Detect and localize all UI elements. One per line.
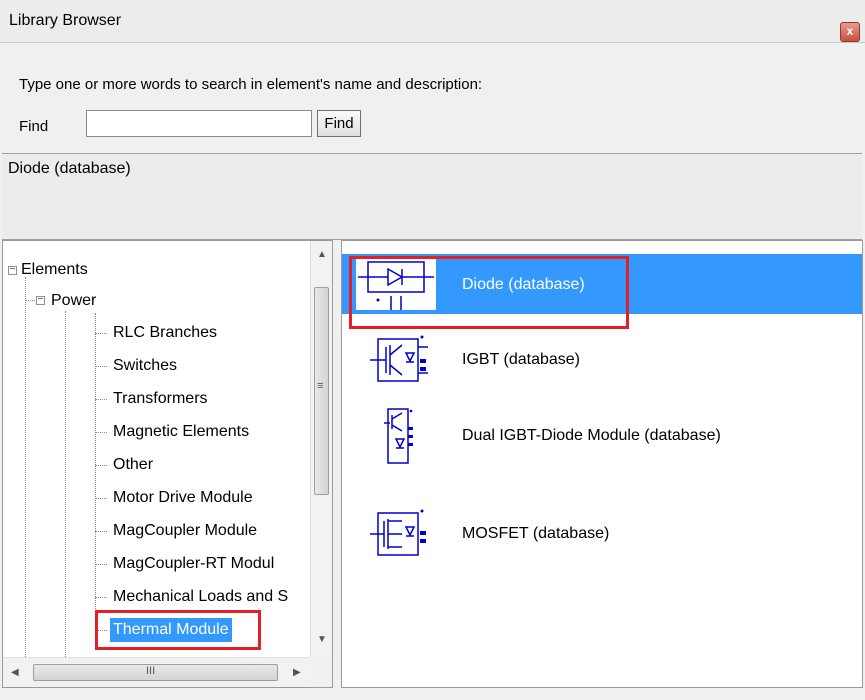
tree-guide-line (95, 366, 107, 367)
tree-item-mechanical-loads[interactable]: Mechanical Loads and S (113, 585, 288, 609)
tree-item-transformers[interactable]: Transformers (113, 387, 208, 411)
library-browser-window: Library Browser x Type one or more words… (0, 0, 865, 700)
tree-horizontal-scroll-thumb[interactable]: III (33, 664, 278, 681)
tree-guide-line (95, 564, 107, 565)
tree-vertical-scroll-thumb[interactable]: ≡ (314, 287, 329, 495)
find-label: Find (19, 118, 49, 135)
igbt-icon (370, 335, 428, 382)
tree-vertical-scrollbar[interactable]: ▲ ≡ ▼ (310, 241, 332, 657)
tree-item-motor-drive-module[interactable]: Motor Drive Module (113, 486, 253, 510)
tree-item-magnetic-elements[interactable]: Magnetic Elements (113, 420, 249, 444)
tree-guide-line (65, 311, 66, 657)
tree-node-elements[interactable]: Elements (21, 258, 88, 282)
tree-node-power[interactable]: Power (51, 289, 96, 313)
tree-horizontal-scrollbar[interactable]: ◀ III ▶ (3, 657, 310, 687)
scroll-up-icon[interactable]: ▲ (317, 249, 327, 260)
highlight-box-diode (349, 256, 629, 329)
tree-guide-line (95, 498, 107, 499)
tree-item-magcoupler-module[interactable]: MagCoupler Module (113, 519, 257, 543)
collapse-power-icon[interactable]: − (36, 295, 45, 305)
description-panel: Diode (database) (2, 153, 862, 240)
tree-guide-line (95, 313, 96, 629)
description-text: Diode (database) (8, 160, 131, 177)
window-title: Library Browser (9, 12, 122, 29)
list-item-igbt[interactable]: IGBT (database) (342, 329, 862, 389)
tree-guide-line (95, 399, 107, 400)
tree-item-rlc-branches[interactable]: RLC Branches (113, 321, 217, 345)
close-icon: x (846, 24, 854, 38)
close-button[interactable]: x (840, 22, 860, 42)
tree-item-other[interactable]: Other (113, 453, 153, 477)
tree-guide-line (95, 333, 107, 334)
search-instruction: Type one or more words to search in elem… (19, 76, 483, 93)
mosfet-icon (370, 509, 426, 556)
collapse-elements-icon[interactable]: − (8, 265, 17, 275)
scroll-right-icon[interactable]: ▶ (293, 667, 301, 678)
scroll-left-icon[interactable]: ◀ (11, 667, 19, 678)
highlight-box-thermal-module (95, 610, 261, 650)
tree-guide-line (95, 531, 107, 532)
scrollbar-corner (310, 657, 332, 687)
find-input[interactable] (86, 110, 312, 137)
grip-icon: III (146, 665, 156, 677)
list-item-label: Dual IGBT-Diode Module (database) (462, 427, 721, 444)
scroll-down-icon[interactable]: ▼ (317, 634, 327, 645)
list-item-dual-igbt-diode[interactable]: Dual IGBT-Diode Module (database) (342, 405, 862, 465)
tree-guide-line (95, 465, 107, 466)
grip-icon: ≡ (317, 380, 324, 392)
tree-guide-line (95, 432, 107, 433)
title-bar: Library Browser x (0, 0, 865, 43)
tree-guide-line (95, 597, 107, 598)
tree-guide-line (25, 277, 26, 657)
tree-item-magcoupler-rt-module[interactable]: MagCoupler-RT Modul (113, 552, 274, 576)
list-item-label: MOSFET (database) (462, 525, 610, 542)
list-item-mosfet[interactable]: MOSFET (database) (342, 503, 862, 563)
dual-igbt-diode-icon (384, 408, 413, 464)
find-button[interactable]: Find (317, 110, 361, 137)
list-item-label: IGBT (database) (462, 351, 580, 368)
tree-item-switches[interactable]: Switches (113, 354, 177, 378)
